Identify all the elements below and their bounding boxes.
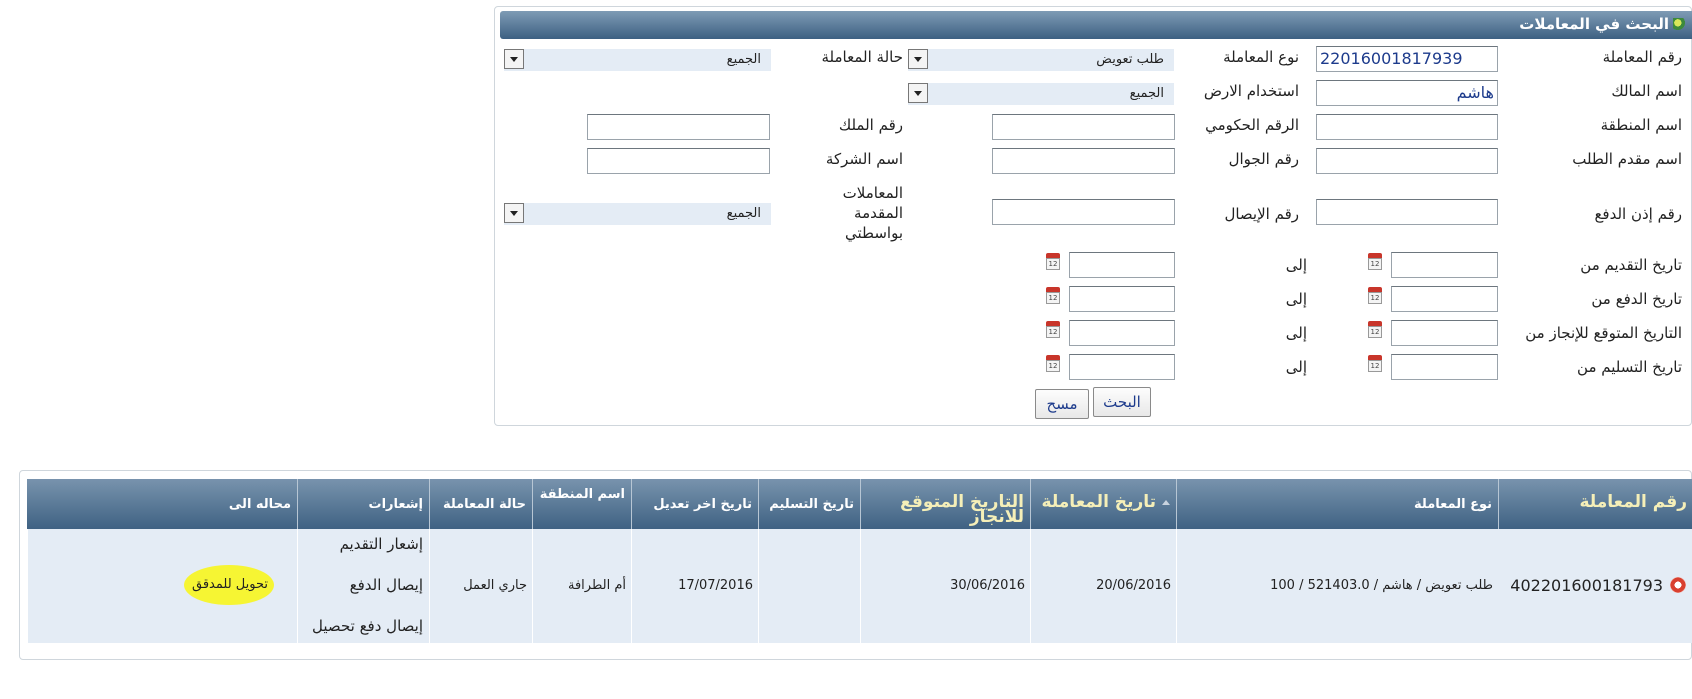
calendar-icon[interactable]: 12 (1366, 355, 1384, 373)
cell-transaction-type: طلب تعويض / هاشم / 521403.0 / 100 (1176, 529, 1498, 643)
search-panel-title: البحث في المعاملات (1519, 15, 1685, 33)
search-logo-icon (1673, 18, 1685, 30)
submitted-by-me-select[interactable]: الجميع (504, 203, 771, 225)
property-number-input[interactable] (587, 114, 770, 140)
col-notifications[interactable]: إشعارات (297, 479, 429, 529)
payment-order-number-input[interactable] (1316, 199, 1498, 225)
calendar-icon[interactable]: 12 (1044, 355, 1062, 373)
calendar-icon[interactable]: 12 (1366, 253, 1384, 271)
chevron-down-icon (908, 49, 928, 69)
col-transaction-type[interactable]: نوع المعاملة (1176, 479, 1498, 529)
label-transaction-number: رقم المعاملة (1602, 48, 1682, 66)
transaction-status-select[interactable]: الجميع (504, 49, 771, 71)
col-region-name[interactable]: اسم المنطقة (532, 479, 631, 529)
cell-status: جاري العمل (429, 529, 532, 643)
transaction-type-select[interactable]: طلب تعويض (908, 49, 1174, 71)
label-company-name: اسم الشركة (825, 150, 903, 168)
search-button[interactable]: البحث (1093, 387, 1151, 417)
expected-date-to-input[interactable] (1069, 320, 1175, 346)
mobile-number-input[interactable] (992, 148, 1175, 174)
search-title-text: البحث في المعاملات (1519, 15, 1669, 33)
label-transaction-status: حالة المعاملة (821, 48, 903, 66)
label-submitted-by-me: المعاملات المقدمة بواسطتي (842, 184, 903, 242)
cell-transaction-number: 402201600181793 (1510, 576, 1663, 595)
referred-to-value: تحويل للمدقق (192, 577, 268, 592)
label-payment-date-to: إلى (1285, 290, 1307, 308)
transaction-number-input[interactable]: 22016001817939 (1316, 46, 1498, 72)
label-owner-name: اسم المالك (1611, 82, 1682, 100)
label-property-number: رقم الملك (838, 116, 903, 134)
record-status-icon[interactable] (1670, 577, 1686, 593)
label-receipt-number: رقم الإيصال (1224, 205, 1299, 223)
label-payment-date-from: تاريخ الدفع من (1591, 290, 1682, 308)
label-expected-date-to: إلى (1285, 324, 1307, 342)
cell-notifications: إشعار التقديم إيصال الدفع إيصال دفع تحصي… (297, 529, 429, 643)
label-land-use: استخدام الارض (1203, 82, 1299, 100)
col-transaction-number[interactable]: رقم المعاملة (1498, 479, 1692, 529)
chevron-down-icon (908, 83, 928, 103)
clear-button[interactable]: مسح (1035, 389, 1089, 419)
calendar-icon[interactable]: 12 (1044, 287, 1062, 305)
chevron-down-icon (504, 203, 524, 223)
label-transaction-type: نوع المعاملة (1223, 48, 1299, 66)
label-payment-order-number: رقم إذن الدفع (1594, 205, 1682, 223)
label-mobile-number: رقم الجوال (1228, 150, 1299, 168)
col-transaction-date[interactable]: تاريخ المعاملة (1030, 479, 1176, 529)
transaction-status-value: الجميع (726, 52, 761, 67)
delivery-date-to-input[interactable] (1069, 354, 1175, 380)
results-panel: رقم المعاملة نوع المعاملة تاريخ المعاملة… (19, 470, 1692, 660)
label-submit-date-from: تاريخ التقديم من (1580, 256, 1682, 274)
col-expected-date[interactable]: التاريخ المتوقع للانجاز (860, 479, 1030, 529)
region-name-input[interactable] (1316, 114, 1498, 140)
owner-name-input[interactable]: هاشم (1316, 80, 1498, 106)
transaction-type-value: طلب تعويض (1096, 52, 1164, 67)
search-panel-header: البحث في المعاملات (500, 11, 1692, 39)
col-delivery-date[interactable]: تاريخ التسليم (758, 479, 860, 529)
cell-referred-to: تحويل للمدقق (27, 529, 297, 643)
cell-delivery-date (758, 529, 860, 643)
label-delivery-date-from: تاريخ التسليم من (1577, 358, 1682, 376)
results-grid-header: رقم المعاملة نوع المعاملة تاريخ المعاملة… (27, 479, 1692, 529)
cell-expected-date: 30/06/2016 (860, 529, 1030, 643)
company-name-input[interactable] (587, 148, 770, 174)
payment-date-from-input[interactable] (1391, 286, 1498, 312)
notification-link-submission[interactable]: إشعار التقديم (340, 535, 423, 553)
table-row[interactable]: 402201600181793 طلب تعويض / هاشم / 52140… (27, 529, 1692, 643)
delivery-date-from-input[interactable] (1391, 354, 1498, 380)
calendar-icon[interactable]: 12 (1366, 287, 1384, 305)
submitted-by-me-value: الجميع (726, 206, 761, 221)
receipt-number-input[interactable] (992, 199, 1175, 225)
applicant-name-input[interactable] (1316, 148, 1498, 174)
calendar-icon[interactable]: 12 (1366, 321, 1384, 339)
calendar-icon[interactable]: 12 (1044, 321, 1062, 339)
expected-date-from-input[interactable] (1391, 320, 1498, 346)
calendar-icon[interactable]: 12 (1044, 253, 1062, 271)
label-region-name: اسم المنطقة (1600, 116, 1682, 134)
label-gov-number: الرقم الحكومي (1205, 116, 1299, 134)
chevron-down-icon (504, 49, 524, 69)
cell-last-modified: 17/07/2016 (631, 529, 758, 643)
label-expected-date-from: التاريخ المتوقع للإنجاز من (1525, 324, 1682, 342)
payment-date-to-input[interactable] (1069, 286, 1175, 312)
submit-date-to-input[interactable] (1069, 252, 1175, 278)
cell-region-name: أم الطرافة (532, 529, 631, 643)
notification-link-payment-receipt[interactable]: إيصال الدفع (350, 576, 423, 594)
col-status[interactable]: حالة المعاملة (429, 479, 532, 529)
col-transaction-date-label: تاريخ المعاملة (1041, 492, 1156, 512)
submit-date-from-input[interactable] (1391, 252, 1498, 278)
cell-transaction-date: 20/06/2016 (1030, 529, 1176, 643)
land-use-value: الجميع (1129, 86, 1164, 101)
label-submit-date-to: إلى (1285, 256, 1307, 274)
notification-link-collection-receipt[interactable]: إيصال دفع تحصيل (312, 617, 423, 635)
label-delivery-date-to: إلى (1285, 358, 1307, 376)
sort-ascending-icon (1162, 500, 1170, 505)
col-referred-to[interactable]: محاله الى (27, 479, 297, 529)
gov-number-input[interactable] (992, 114, 1175, 140)
label-applicant-name: اسم مقدم الطلب (1572, 150, 1682, 168)
col-last-modified[interactable]: تاريخ اخر تعديل (631, 479, 758, 529)
land-use-select[interactable]: الجميع (908, 83, 1174, 105)
